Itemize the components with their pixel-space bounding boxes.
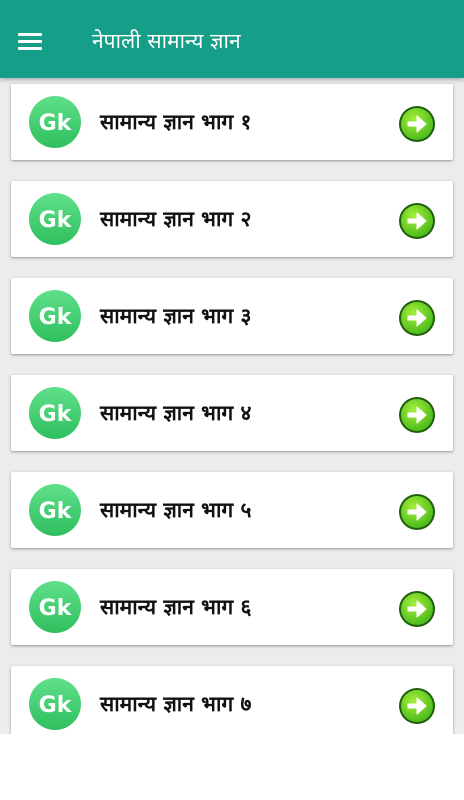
- topic-card-7[interactable]: Gk सामान्य ज्ञान भाग ७: [11, 666, 453, 734]
- topic-card-1[interactable]: Gk सामान्य ज्ञान भाग १: [11, 84, 453, 160]
- gk-logo-icon: Gk: [29, 387, 81, 439]
- gk-logo-text: Gk: [39, 596, 73, 621]
- gk-logo-text: Gk: [39, 111, 73, 136]
- topic-label: सामान्य ज्ञान भाग ६: [100, 595, 252, 619]
- arrow-right-circle-icon[interactable]: [398, 396, 436, 434]
- bottom-blank-area: [0, 734, 464, 800]
- topic-label: सामान्य ज्ञान भाग ५: [100, 498, 252, 522]
- gk-logo-icon: Gk: [29, 484, 81, 536]
- topic-card-5[interactable]: Gk सामान्य ज्ञान भाग ५: [11, 472, 453, 548]
- topic-card-4[interactable]: Gk सामान्य ज्ञान भाग ४: [11, 375, 453, 451]
- app-title: नेपाली सामान्य ज्ञान: [92, 29, 241, 53]
- topic-list: Gk सामान्य ज्ञान भाग १ Gk सामान्य ज्ञान …: [0, 84, 464, 734]
- topic-card-2[interactable]: Gk सामान्य ज्ञान भाग २: [11, 181, 453, 257]
- arrow-right-circle-icon[interactable]: [398, 590, 436, 628]
- gk-logo-text: Gk: [39, 693, 73, 718]
- gk-logo-text: Gk: [39, 499, 73, 524]
- gk-logo-text: Gk: [39, 208, 73, 233]
- arrow-right-circle-icon[interactable]: [398, 202, 436, 240]
- topic-card-6[interactable]: Gk सामान्य ज्ञान भाग ६: [11, 569, 453, 645]
- menu-line: [18, 40, 42, 43]
- menu-line: [18, 47, 42, 50]
- topic-card-3[interactable]: Gk सामान्य ज्ञान भाग ३: [11, 278, 453, 354]
- topic-label: सामान्य ज्ञान भाग १: [100, 110, 252, 134]
- topic-label: सामान्य ज्ञान भाग ३: [100, 304, 252, 328]
- topic-label: सामान्य ज्ञान भाग ४: [100, 401, 252, 425]
- arrow-right-circle-icon[interactable]: [398, 299, 436, 337]
- hamburger-menu-icon[interactable]: [14, 26, 46, 54]
- gk-logo-icon: Gk: [29, 581, 81, 633]
- gk-logo-icon: Gk: [29, 678, 81, 730]
- arrow-right-circle-icon[interactable]: [398, 687, 436, 725]
- arrow-right-circle-icon[interactable]: [398, 493, 436, 531]
- gk-logo-text: Gk: [39, 402, 73, 427]
- gk-logo-text: Gk: [39, 305, 73, 330]
- gk-logo-icon: Gk: [29, 290, 81, 342]
- topic-label: सामान्य ज्ञान भाग ७: [100, 692, 252, 716]
- gk-logo-icon: Gk: [29, 193, 81, 245]
- gk-logo-icon: Gk: [29, 96, 81, 148]
- app-bar: नेपाली सामान्य ज्ञान: [0, 0, 464, 78]
- arrow-right-circle-icon[interactable]: [398, 105, 436, 143]
- menu-line: [18, 33, 42, 36]
- topic-label: सामान्य ज्ञान भाग २: [100, 207, 252, 231]
- content-area: Gk सामान्य ज्ञान भाग १ Gk सामान्य ज्ञान …: [0, 78, 464, 734]
